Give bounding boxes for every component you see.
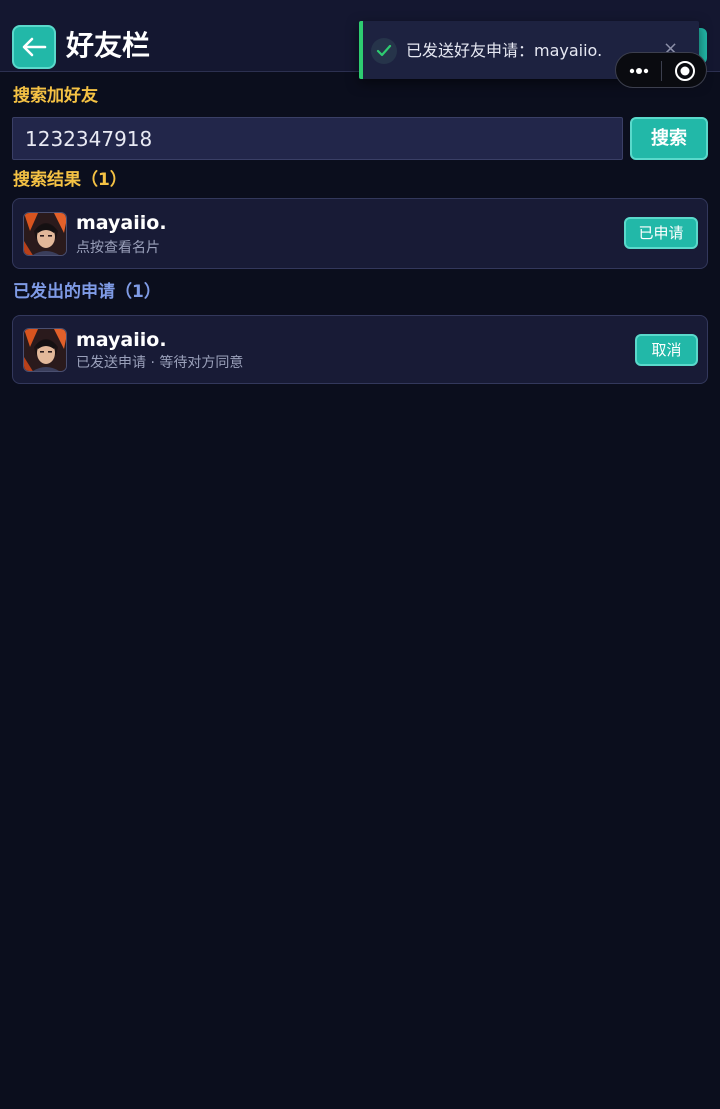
arrow-left-icon (22, 37, 47, 57)
request-status: 已发送申请 · 等待对方同意 (76, 355, 244, 371)
target-circle-icon[interactable] (674, 60, 696, 82)
result-subtitle: 点按查看名片 (76, 240, 160, 256)
result-card[interactable]: mayaiio. 点按查看名片 已申请 (12, 198, 708, 269)
capsule-divider (661, 61, 662, 81)
cancel-button[interactable]: 取消 (635, 334, 698, 366)
page-title: 好友栏 (66, 29, 151, 62)
search-input[interactable] (12, 117, 623, 160)
sent-requests-section-title: 已发出的申请（1） (13, 282, 161, 302)
applied-button[interactable]: 已申请 (624, 217, 698, 249)
search-button[interactable]: 搜索 (630, 117, 708, 160)
result-name: mayaiio. (76, 212, 167, 234)
check-icon (371, 38, 397, 64)
request-name: mayaiio. (76, 329, 167, 351)
avatar (23, 328, 67, 372)
sent-request-card[interactable]: mayaiio. 已发送申请 · 等待对方同意 取消 (12, 315, 708, 384)
avatar (23, 212, 67, 256)
search-section-title: 搜索加好友 (13, 86, 98, 106)
more-dots-icon[interactable] (629, 63, 649, 79)
miniprogram-capsule (615, 52, 707, 88)
toast-message: 已发送好友申请：mayaiio. (406, 41, 603, 60)
back-button[interactable] (12, 25, 56, 69)
results-section-title: 搜索结果（1） (13, 170, 127, 190)
